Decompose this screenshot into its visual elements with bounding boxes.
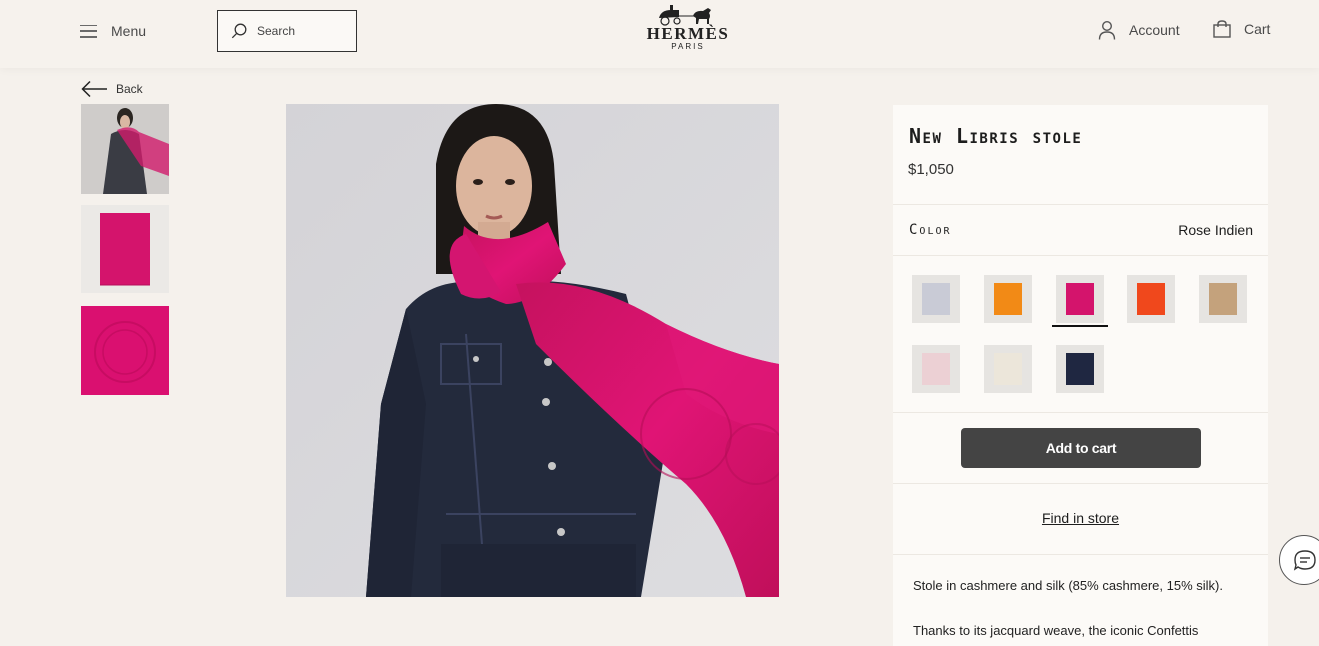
color-section: Color Rose Indien: [893, 205, 1268, 256]
color-swatch[interactable]: [1199, 275, 1247, 323]
hermes-logo[interactable]: HERMÈS PARIS: [640, 4, 736, 56]
swatches-section: [893, 256, 1268, 413]
color-swatch[interactable]: [1127, 275, 1175, 323]
cart-label: Cart: [1244, 21, 1271, 37]
swatch-fabric: [1209, 283, 1237, 315]
model-thumbnail-image: [81, 104, 169, 194]
color-swatch[interactable]: [912, 345, 960, 393]
swatch-fabric: [922, 353, 950, 385]
cart-link[interactable]: Cart: [1213, 20, 1270, 38]
product-description: Stole in cashmere and silk (85% cashmere…: [913, 578, 1223, 593]
selected-swatch-indicator: [1052, 325, 1108, 327]
thumbnail-detail[interactable]: [81, 306, 169, 395]
main-product-image: [286, 104, 779, 597]
thumbnail-model[interactable]: [81, 104, 169, 194]
swatch-fabric: [922, 283, 950, 315]
user-icon: [1098, 20, 1116, 40]
swatch-fabric: [994, 353, 1022, 385]
search-box[interactable]: [217, 10, 357, 52]
color-label: Color: [909, 222, 952, 238]
swatch-fabric: [1137, 283, 1165, 315]
fabric-detail-image: [81, 306, 169, 395]
product-price: $1,050: [908, 161, 954, 178]
color-swatch[interactable]: [1052, 275, 1108, 327]
product-header-section: New Libris stole $1,050: [893, 105, 1268, 205]
color-swatch[interactable]: [984, 345, 1032, 393]
account-link[interactable]: Account: [1098, 20, 1180, 40]
search-input[interactable]: [257, 24, 347, 38]
thumbnail-flat[interactable]: [81, 205, 169, 293]
carriage-logo-icon: [659, 5, 711, 26]
folded-stole-image: [81, 205, 169, 293]
logo-subtitle: PARIS: [671, 42, 705, 51]
color-swatch[interactable]: [1056, 345, 1104, 393]
logo-wordmark: HERMÈS: [646, 24, 730, 43]
selected-color-name: Rose Indien: [1178, 222, 1253, 238]
shopping-bag-icon: [1213, 20, 1231, 38]
chat-button[interactable]: [1279, 535, 1319, 585]
menu-button[interactable]: Menu: [80, 20, 146, 42]
product-description-continued: Thanks to its jacquard weave, the iconic…: [913, 623, 1199, 638]
product-title: New Libris stole: [909, 124, 1083, 148]
arrow-left-icon: [81, 80, 107, 98]
swatch-fabric: [1066, 283, 1094, 315]
menu-label: Menu: [111, 23, 147, 39]
search-icon: [231, 23, 247, 39]
product-panel: New Libris stole $1,050 Color Rose Indie…: [893, 105, 1268, 646]
account-label: Account: [1129, 22, 1180, 38]
color-swatch[interactable]: [912, 275, 960, 323]
add-to-cart-button[interactable]: Add to cart: [961, 428, 1201, 468]
model-wearing-stole-image: [286, 104, 779, 597]
hamburger-icon: [80, 24, 97, 38]
swatch-fabric: [994, 283, 1022, 315]
find-in-store-link[interactable]: Find in store: [893, 510, 1268, 526]
back-label: Back: [116, 82, 143, 96]
color-swatch[interactable]: [984, 275, 1032, 323]
swatch-fabric: [1066, 353, 1094, 385]
chat-bubble-icon: [1293, 550, 1316, 571]
back-link[interactable]: Back: [81, 80, 143, 98]
site-header: Menu HERMÈS PARIS Account: [0, 0, 1319, 68]
